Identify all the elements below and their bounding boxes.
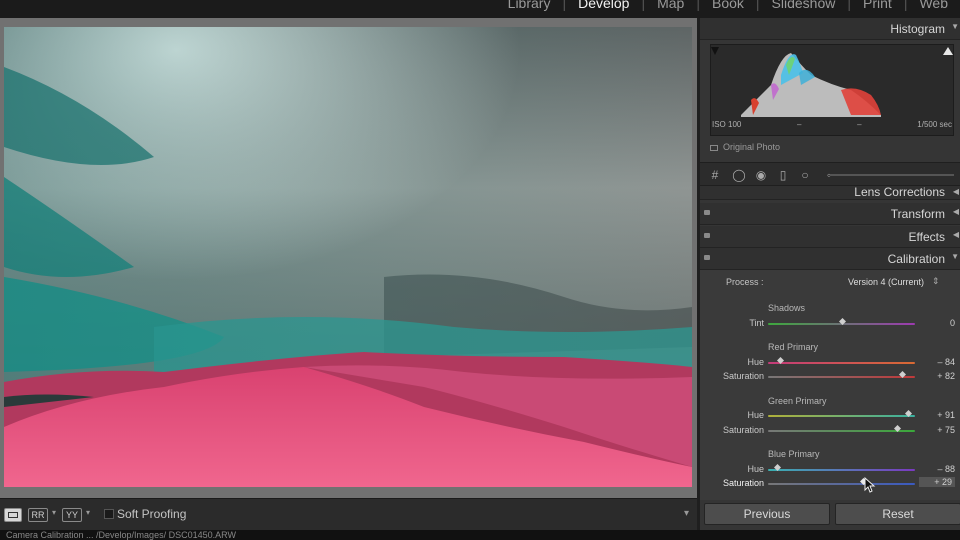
calibration-panel: Process : Version 4 (Current) ⇕ Shadows … <box>700 270 960 500</box>
original-photo-indicator: Original Photo <box>710 142 780 152</box>
red-hue-value[interactable]: – 84 <box>919 357 955 367</box>
module-picker: Library | Develop | Map | Book | Slidesh… <box>0 0 960 18</box>
blue-saturation-slider[interactable] <box>768 483 915 485</box>
module-book[interactable]: Book <box>700 0 756 11</box>
process-select[interactable]: Version 4 (Current) <box>848 277 924 287</box>
photo-image <box>4 27 692 487</box>
effects-header[interactable]: Effects ◀ <box>700 226 960 248</box>
slider-thumb[interactable] <box>905 410 913 417</box>
toolbar-menu-icon[interactable]: ▾ <box>684 508 689 519</box>
module-web[interactable]: Web <box>907 0 960 11</box>
blue-hue-label: Hue <box>747 464 764 474</box>
red-hue-label: Hue <box>747 357 764 367</box>
red-eye-icon[interactable]: ◉ <box>754 168 768 182</box>
histogram-title: Histogram <box>890 22 945 36</box>
highlight-clipping-icon <box>943 47 953 55</box>
histogram-header[interactable]: Histogram ▼ <box>700 18 960 40</box>
develop-right-panel: Histogram ▼ ISO 100 – – 1/500 sec Origin… <box>697 18 960 530</box>
slider-thumb[interactable] <box>776 357 784 364</box>
aperture-value: – <box>857 120 862 129</box>
collapse-triangle-icon: ▼ <box>951 252 959 261</box>
slider-thumb[interactable] <box>893 425 901 432</box>
module-nav: Library | Develop | Map | Book | Slidesh… <box>496 0 960 11</box>
panel-switch-icon[interactable] <box>704 255 710 260</box>
view-dropdown-icon[interactable]: ▾ <box>52 508 56 517</box>
graduated-filter-icon[interactable]: ▯ <box>776 168 790 182</box>
red-saturation-slider[interactable] <box>768 376 915 378</box>
transform-title: Transform <box>890 207 945 221</box>
photo-preview[interactable] <box>4 27 692 487</box>
blue-saturation-label: Saturation <box>722 478 764 488</box>
photo-icon <box>710 144 718 151</box>
compare-view-button[interactable]: RR <box>28 508 48 522</box>
radial-filter-icon[interactable]: ○ <box>798 168 812 182</box>
focal-value: – <box>797 120 802 129</box>
process-dropdown-icon[interactable]: ⇕ <box>932 276 940 287</box>
shadow-clipping-icon <box>711 47 719 55</box>
effects-title: Effects <box>908 230 945 244</box>
module-library[interactable]: Library <box>496 0 563 11</box>
slider-thumb[interactable] <box>773 464 781 471</box>
tool-strip-track <box>830 174 954 176</box>
collapse-triangle-icon: ▼ <box>951 22 959 31</box>
slider-thumb[interactable] <box>898 371 906 378</box>
tool-strip: # ◯ ◉ ▯ ○ ◦ <box>700 162 960 186</box>
calibration-title: Calibration <box>887 252 945 266</box>
collapse-triangle-icon: ◀ <box>952 207 959 216</box>
blue-primary-title: Blue Primary <box>768 449 820 459</box>
crop-tool-icon[interactable]: # <box>708 168 722 182</box>
collapse-triangle-icon: ◀ <box>952 187 959 196</box>
green-primary-title: Green Primary <box>768 396 827 406</box>
lens-corrections-title: Lens Corrections <box>854 185 945 199</box>
module-print[interactable]: Print <box>851 0 904 11</box>
red-hue-slider[interactable] <box>768 362 915 364</box>
module-develop[interactable]: Develop <box>566 0 641 11</box>
original-photo-label: Original Photo <box>723 142 781 152</box>
soft-proofing-checkbox[interactable] <box>104 509 114 519</box>
image-viewer <box>0 18 697 498</box>
shadows-tint-label: Tint <box>749 318 764 328</box>
transform-header[interactable]: Transform ◀ <box>700 203 960 225</box>
panel-switch-icon[interactable] <box>704 233 710 238</box>
shadows-tint-value[interactable]: 0 <box>919 318 955 328</box>
iso-value: ISO 100 <box>712 120 742 129</box>
red-saturation-label: Saturation <box>722 371 764 381</box>
green-hue-slider[interactable] <box>768 415 915 417</box>
blue-saturation-value[interactable]: + 29 <box>919 477 955 487</box>
shadows-title: Shadows <box>768 303 806 313</box>
collapse-triangle-icon: ◀ <box>952 230 959 239</box>
green-hue-label: Hue <box>747 410 764 420</box>
green-saturation-label: Saturation <box>722 425 764 435</box>
reset-button[interactable]: Reset <box>835 503 960 525</box>
panel-switch-icon[interactable] <box>704 210 710 215</box>
calibration-header[interactable]: Calibration ▼ <box>700 248 960 270</box>
loupe-view-icon <box>8 512 18 518</box>
green-hue-value[interactable]: + 91 <box>919 410 955 420</box>
loupe-view-button[interactable] <box>4 508 22 522</box>
viewer-toolbar: RR YY ▾ ▾ Soft Proofing ▾ <box>0 498 697 530</box>
blue-hue-value[interactable]: – 88 <box>919 464 955 474</box>
survey-view-button[interactable]: YY <box>62 508 82 522</box>
red-primary-title: Red Primary <box>768 342 819 352</box>
module-map[interactable]: Map <box>645 0 696 11</box>
shutter-value: 1/500 sec <box>917 120 952 129</box>
slider-thumb[interactable] <box>838 318 846 325</box>
red-saturation-value[interactable]: + 82 <box>919 371 955 381</box>
blue-hue-slider[interactable] <box>768 469 915 471</box>
green-saturation-value[interactable]: + 75 <box>919 425 955 435</box>
module-slideshow[interactable]: Slideshow <box>760 0 848 11</box>
view-dropdown-icon[interactable]: ▾ <box>86 508 90 517</box>
spot-removal-icon[interactable]: ◯ <box>732 168 746 182</box>
lens-corrections-header[interactable]: Lens Corrections ◀ <box>700 185 960 200</box>
previous-button[interactable]: Previous <box>704 503 830 525</box>
status-bar: Camera Calibration ... /Develop/Images/ … <box>0 530 960 540</box>
mouse-cursor-icon <box>864 477 876 493</box>
process-label: Process : <box>726 277 764 287</box>
exif-info: ISO 100 – – 1/500 sec <box>710 120 954 129</box>
soft-proofing-label: Soft Proofing <box>117 507 187 521</box>
